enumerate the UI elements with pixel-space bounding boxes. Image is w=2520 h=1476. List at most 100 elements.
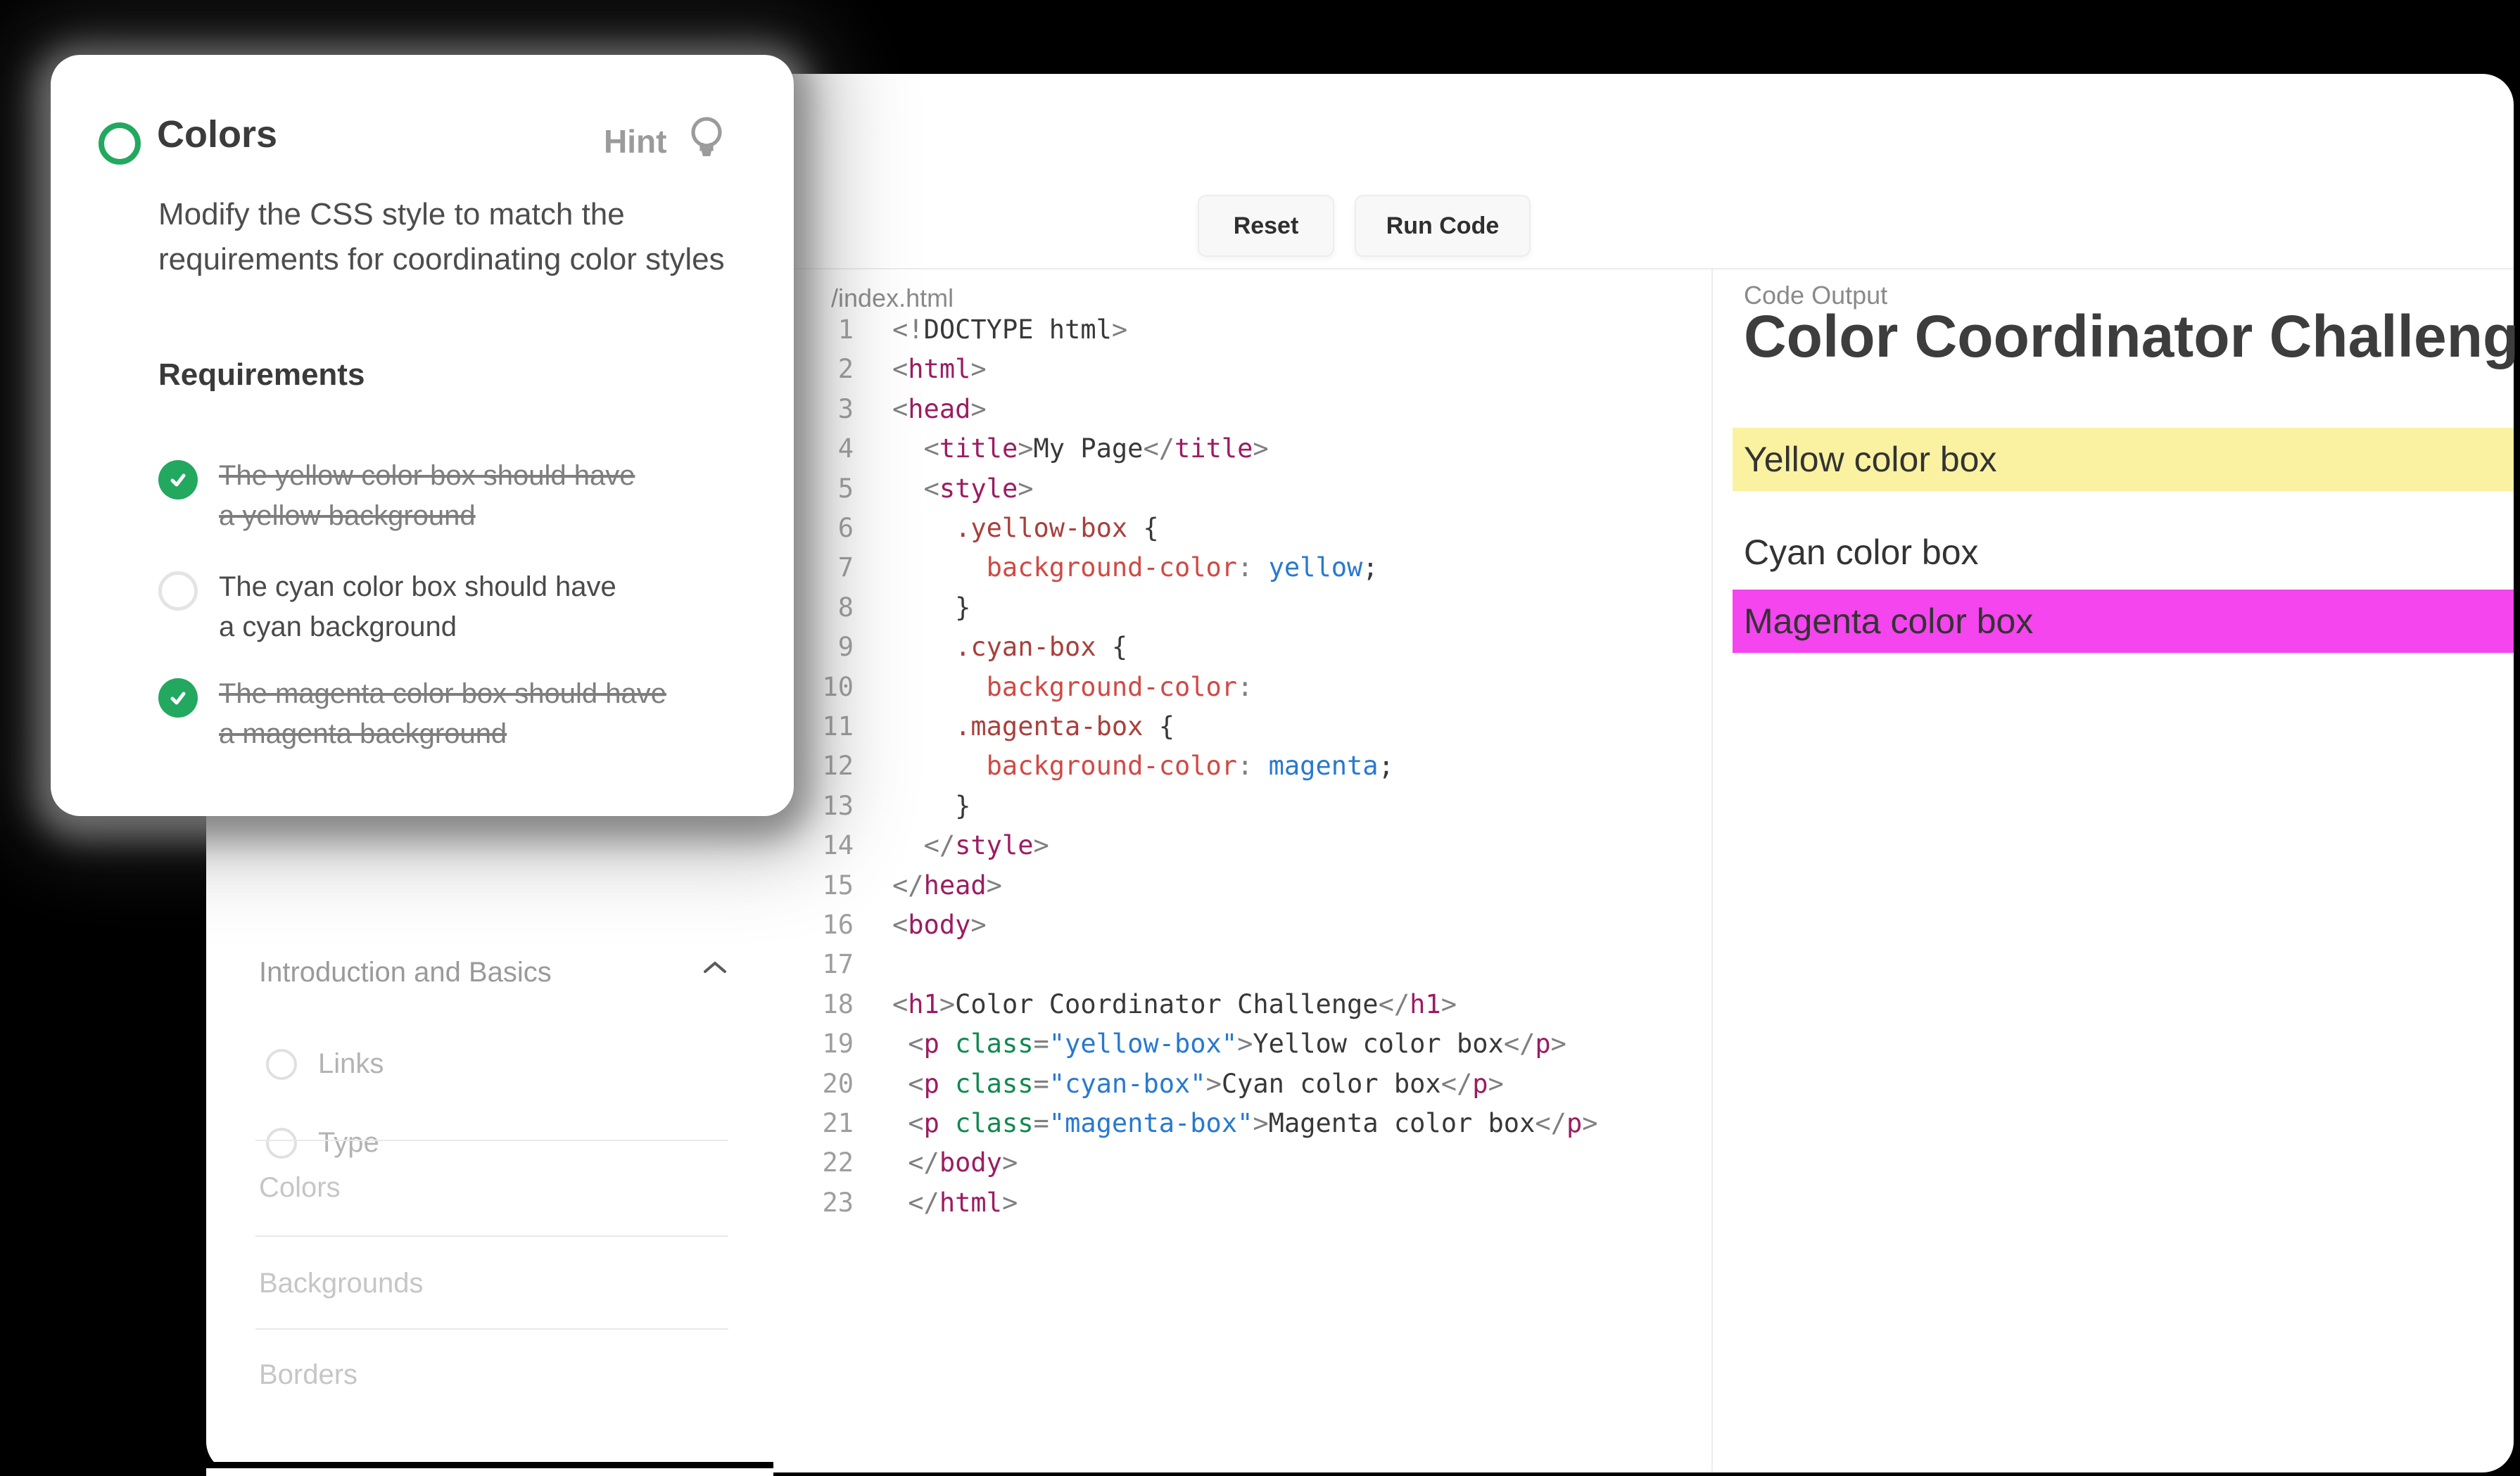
line-number: 11: [790, 706, 854, 746]
code-line[interactable]: <p class="magenta-box">Magenta color box…: [892, 1103, 1598, 1143]
code-token: >: [1206, 1069, 1222, 1099]
code-line[interactable]: </html>: [892, 1183, 1018, 1223]
code-token: >: [1034, 830, 1049, 860]
code-token: <: [892, 910, 908, 940]
code-token: body: [908, 910, 970, 940]
code-line[interactable]: </style>: [892, 825, 1049, 865]
lightbulb-icon[interactable]: [684, 115, 729, 166]
line-number: 7: [790, 547, 854, 587]
file-tab-index-html[interactable]: /index.html: [831, 284, 954, 313]
code-token: </: [1504, 1029, 1536, 1059]
code-token: p: [1566, 1108, 1582, 1138]
code-token: >: [987, 870, 1002, 901]
code-line[interactable]: <body>: [892, 905, 987, 945]
code-token: head: [924, 870, 987, 901]
code-token: >: [1253, 1108, 1268, 1138]
code-token: Yellow color box: [1253, 1029, 1503, 1059]
code-token: title: [939, 433, 1018, 464]
sidebar-section-intro-basics[interactable]: Introduction and Basics: [259, 957, 552, 988]
code-token: }: [892, 592, 970, 623]
line-number: 19: [790, 1024, 854, 1064]
editor-output-divider: [1711, 268, 1713, 1472]
sidebar-item-links[interactable]: Links: [266, 1048, 384, 1080]
code-line[interactable]: }: [892, 786, 970, 826]
code-token: >: [1112, 314, 1127, 345]
output-color-box-text: Cyan color box: [1733, 532, 1979, 573]
sidebar-item-type[interactable]: Type: [266, 1127, 379, 1159]
code-token: [892, 1108, 908, 1138]
line-number: 1: [790, 310, 854, 350]
code-line[interactable]: .magenta-box {: [892, 706, 1174, 746]
code-token: p: [1535, 1029, 1550, 1059]
line-number: 22: [790, 1143, 854, 1183]
code-token: [892, 1029, 908, 1059]
code-line[interactable]: </body>: [892, 1143, 1018, 1183]
code-line[interactable]: }: [892, 587, 970, 628]
task-card: Colors Hint Modify the CSS style to matc…: [51, 55, 794, 816]
code-token: >: [970, 910, 986, 940]
code-line[interactable]: background-color:: [892, 667, 1253, 707]
code-token: p: [924, 1029, 939, 1059]
requirement-item: The magenta color box should have a mage…: [158, 674, 666, 754]
line-number: 15: [790, 865, 854, 905]
run-code-button[interactable]: Run Code: [1355, 195, 1531, 257]
line-number: 9: [790, 627, 854, 667]
line-number: 4: [790, 428, 854, 469]
code-line[interactable]: <style>: [892, 469, 1034, 509]
code-token: </: [924, 830, 956, 860]
hint-button[interactable]: Hint: [604, 122, 666, 160]
line-number: 10: [790, 667, 854, 707]
requirements-heading: Requirements: [158, 357, 365, 393]
line-number: 3: [790, 389, 854, 429]
code-token: ;: [1362, 552, 1378, 583]
reset-button[interactable]: Reset: [1198, 195, 1334, 257]
sidebar-section-borders[interactable]: Borders: [259, 1359, 357, 1391]
code-token: p: [924, 1108, 939, 1138]
code-token: [892, 751, 987, 781]
code-token: .cyan-box: [955, 632, 1096, 662]
code-token: <: [908, 1108, 923, 1138]
code-editor[interactable]: 1<!DOCTYPE html>2<html>3<head>4 <title>M…: [790, 310, 1705, 1309]
sidebar-item-label: Type: [318, 1127, 379, 1159]
code-token: >: [1018, 433, 1033, 464]
code-token: class: [955, 1108, 1033, 1138]
sidebar-section-colors[interactable]: Colors: [259, 1172, 341, 1204]
code-line[interactable]: <h1>Color Coordinator Challenge</h1>: [892, 984, 1457, 1024]
sidebar-item-label: Links: [318, 1048, 384, 1080]
code-line[interactable]: <html>: [892, 349, 987, 389]
code-token: </: [908, 1147, 939, 1178]
line-number: 16: [790, 905, 854, 945]
code-line[interactable]: </head>: [892, 865, 1002, 905]
code-line[interactable]: <!DOCTYPE html>: [892, 310, 1127, 350]
code-token: [892, 1069, 908, 1099]
line-number: 12: [790, 746, 854, 786]
line-number: 8: [790, 587, 854, 628]
code-line[interactable]: .cyan-box {: [892, 627, 1127, 667]
code-token: </: [892, 870, 924, 901]
code-token: [892, 433, 924, 464]
code-token: Magenta color box: [1269, 1108, 1536, 1138]
output-color-box: Magenta color box: [1733, 590, 2514, 653]
chevron-up-icon[interactable]: [702, 959, 728, 976]
requirement-text: The magenta color box should have a mage…: [219, 674, 666, 754]
code-line[interactable]: <head>: [892, 389, 987, 429]
code-token: yellow: [1253, 552, 1362, 583]
sidebar-section-backgrounds[interactable]: Backgrounds: [259, 1268, 423, 1299]
code-token: <: [924, 473, 939, 504]
code-line[interactable]: background-color: yellow;: [892, 547, 1379, 587]
code-token: >: [970, 354, 986, 384]
code-line[interactable]: <p class="cyan-box">Cyan color box</p>: [892, 1064, 1504, 1104]
code-token: background-color: [987, 672, 1237, 702]
output-color-box: Cyan color box: [1733, 533, 2514, 572]
code-line[interactable]: <title>My Page</title>: [892, 428, 1269, 469]
code-line[interactable]: background-color: magenta;: [892, 746, 1394, 786]
code-token: [892, 830, 924, 860]
code-token: </: [1143, 433, 1174, 464]
code-token: "cyan-box": [1049, 1069, 1206, 1099]
code-token: >: [1002, 1188, 1018, 1218]
task-card-title: Colors: [157, 113, 277, 156]
radio-circle-icon: [266, 1049, 297, 1080]
code-line[interactable]: .yellow-box {: [892, 508, 1159, 548]
code-token: >: [1582, 1108, 1597, 1138]
code-line[interactable]: <p class="yellow-box">Yellow color box</…: [892, 1024, 1566, 1064]
